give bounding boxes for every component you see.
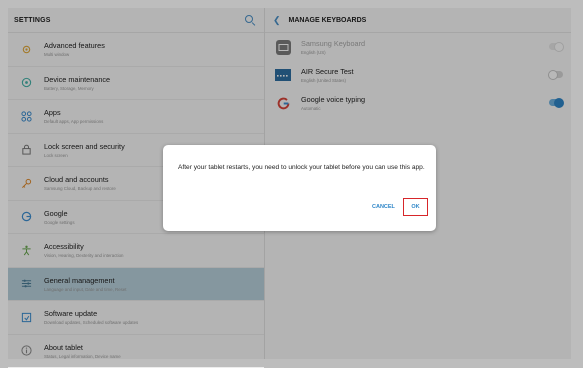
screen: SETTINGS Advanced featuresMulti window D… (8, 8, 571, 359)
dialog-message: After your tablet restarts, you need to … (178, 163, 428, 173)
restart-unlock-dialog: After your tablet restarts, you need to … (163, 145, 436, 231)
ok-button[interactable]: OK (403, 198, 428, 216)
cancel-button[interactable]: CANCEL (372, 204, 395, 210)
ok-button-label: OK (411, 204, 419, 210)
